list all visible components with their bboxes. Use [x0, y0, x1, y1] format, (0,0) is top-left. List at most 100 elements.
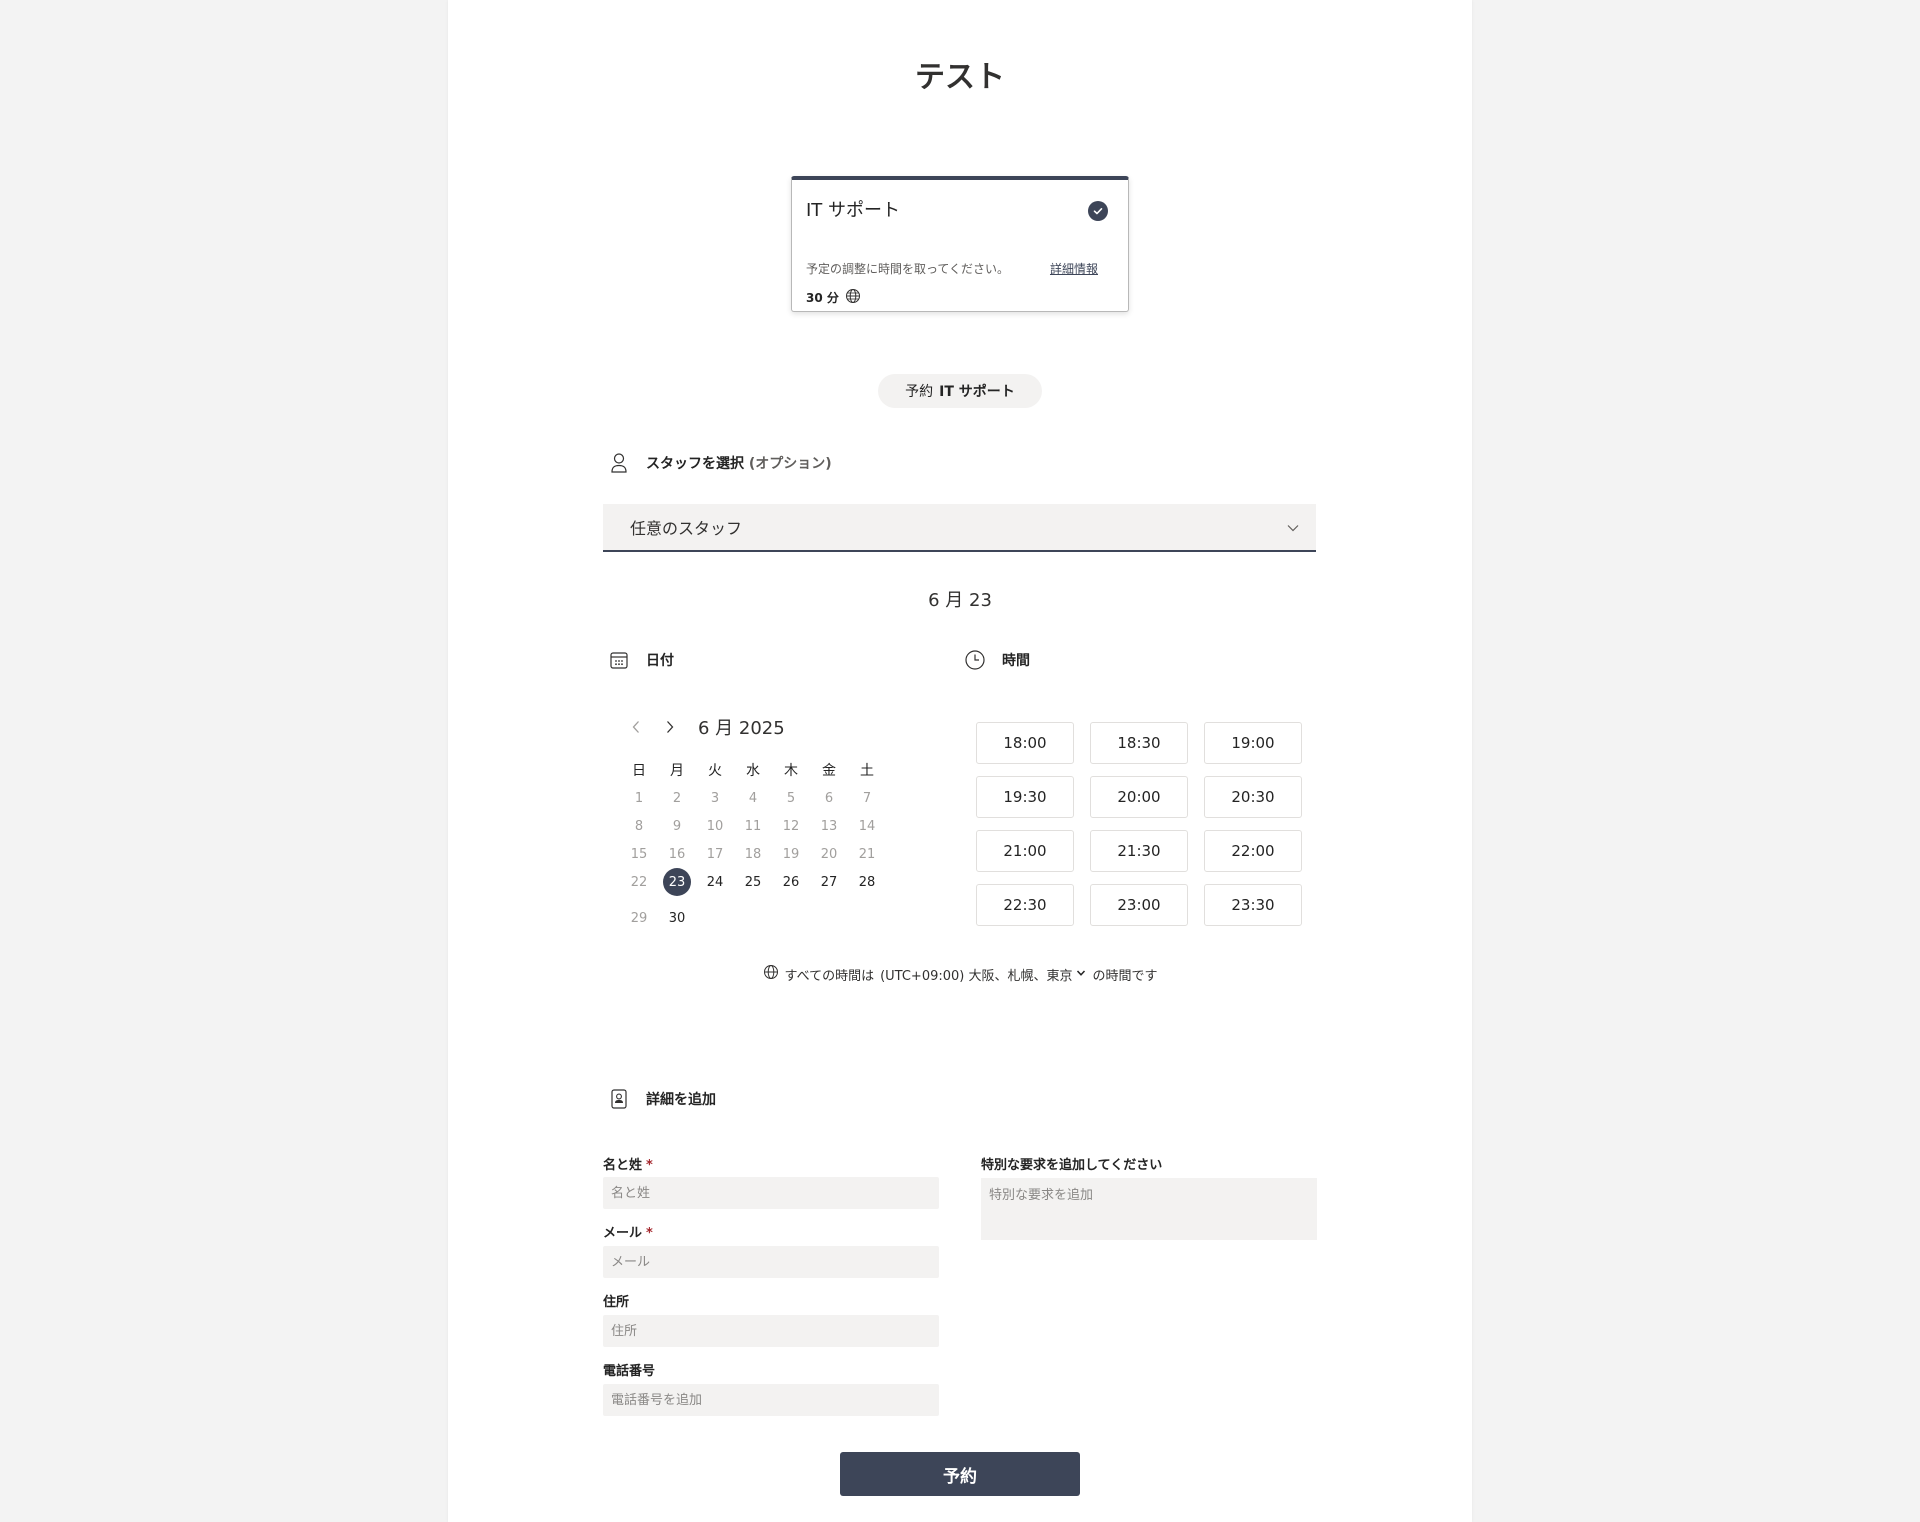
calendar-day: 15 — [630, 846, 648, 862]
weekday-label: 木 — [784, 763, 798, 779]
service-description: 予定の調整に時間を取ってください。 — [806, 262, 1010, 276]
book-button[interactable]: 予約 — [840, 1452, 1080, 1496]
calendar-day[interactable]: 30 — [658, 911, 696, 926]
timezone-prefix: すべての時間は — [784, 968, 875, 984]
phone-label: 電話番号 — [603, 1364, 656, 1379]
staff-dropdown[interactable]: 任意のスタッフ — [603, 504, 1316, 552]
booking-pill-service: IT サポート — [939, 384, 1015, 400]
previous-month-button[interactable] — [626, 715, 646, 739]
time-slot-button[interactable]: 21:30 — [1090, 830, 1188, 872]
address-label: 住所 — [603, 1295, 630, 1310]
date-section-heading: 日付 — [608, 649, 674, 671]
clock-icon — [964, 649, 986, 671]
calendar-week-row: 1 2 3 4 5 6 7 — [620, 784, 886, 812]
calendar-day: 14 — [858, 818, 876, 834]
calendar-day: 9 — [672, 818, 682, 834]
booking-service-pill: 予約 IT サポート — [878, 374, 1042, 408]
staff-selected: 任意のスタッフ — [630, 519, 743, 538]
globe-icon — [763, 964, 779, 984]
address-input[interactable] — [603, 1315, 939, 1347]
timezone-suffix: の時間です — [1092, 968, 1158, 984]
calendar-day: 4 — [748, 790, 758, 806]
time-slot-button[interactable]: 23:30 — [1204, 884, 1302, 926]
person-icon — [608, 452, 630, 474]
staff-heading: スタッフを選択 — [646, 456, 744, 472]
calendar-day: 20 — [820, 846, 838, 862]
required-mark: * — [646, 1158, 653, 1173]
calendar-day: 17 — [706, 846, 724, 862]
contact-card-icon — [608, 1088, 630, 1110]
details-link[interactable]: 詳細情報 — [1050, 260, 1098, 277]
booking-panel: テスト IT サポート 予定の調整に時間を取ってください。 詳細情報 30 分 … — [448, 0, 1472, 1522]
calendar-day[interactable]: 27 — [810, 875, 848, 890]
service-duration: 30 分 — [806, 288, 861, 307]
time-slot-button[interactable]: 19:30 — [976, 776, 1074, 818]
calendar-day: 8 — [634, 818, 644, 834]
calendar-day: 5 — [786, 790, 796, 806]
calendar-day[interactable]: 26 — [772, 875, 810, 890]
email-input[interactable] — [603, 1246, 939, 1278]
required-mark: * — [646, 1226, 653, 1241]
calendar-day: 3 — [710, 790, 720, 806]
calendar-day: 1 — [634, 790, 644, 806]
time-slot-button[interactable]: 23:00 — [1090, 884, 1188, 926]
weekday-header-row: 日月火水木金土 — [620, 756, 886, 784]
calendar-day[interactable]: 25 — [734, 875, 772, 890]
timezone-value: (UTC+09:00) 大阪、札幌、東京 — [880, 968, 1073, 984]
details-section-heading: 詳細を追加 — [608, 1088, 716, 1110]
time-slot-button[interactable]: 20:30 — [1204, 776, 1302, 818]
calendar-navigation: 6 月 2025 — [626, 714, 785, 740]
calendar-day: 10 — [706, 818, 724, 834]
calendar-week-row: 22 23 24 25 26 27 28 — [620, 868, 886, 896]
calendar-day: 16 — [668, 846, 686, 862]
weekday-label: 土 — [860, 763, 874, 779]
weekday-label: 月 — [670, 763, 684, 779]
chevron-down-icon — [1286, 520, 1300, 539]
calendar-day: 2 — [672, 790, 682, 806]
timezone-dropdown[interactable]: (UTC+09:00) 大阪、札幌、東京 — [880, 965, 1086, 984]
name-label: 名と姓 * — [603, 1158, 653, 1173]
calendar-grid: 日月火水木金土 1 2 3 4 5 6 7 8 9 10 11 12 13 14 15 16 17 18 19 20 21… — [620, 756, 886, 932]
email-label: メール * — [603, 1226, 653, 1241]
service-card[interactable]: IT サポート 予定の調整に時間を取ってください。 詳細情報 30 分 — [791, 176, 1129, 312]
time-slot-button[interactable]: 20:00 — [1090, 776, 1188, 818]
booking-pill-prefix: 予約 — [905, 384, 934, 400]
calendar-day: 22 — [630, 874, 648, 890]
service-name: IT サポート — [806, 200, 901, 221]
weekday-label: 火 — [708, 763, 722, 779]
time-slot-button[interactable]: 22:00 — [1204, 830, 1302, 872]
next-month-button[interactable] — [660, 715, 680, 739]
date-heading: 日付 — [646, 653, 674, 669]
calendar-day: 7 — [862, 790, 872, 806]
calendar-day-selected[interactable]: 23 — [658, 868, 696, 896]
chevron-down-icon — [1076, 967, 1086, 982]
calendar-day[interactable]: 24 — [696, 875, 734, 890]
weekday-label: 金 — [822, 763, 836, 779]
special-request-input[interactable] — [981, 1178, 1317, 1240]
calendar-week-row: 29 30 — [620, 904, 886, 932]
calendar-day: 13 — [820, 818, 838, 834]
calendar-day[interactable]: 28 — [848, 875, 886, 890]
calendar-day: 19 — [782, 846, 800, 862]
page-title: テスト — [915, 60, 1005, 95]
special-request-label: 特別な要求を追加してください — [981, 1158, 1163, 1173]
time-slot-button[interactable]: 22:30 — [976, 884, 1074, 926]
calendar-day: 11 — [744, 818, 762, 834]
phone-input[interactable] — [603, 1384, 939, 1416]
timezone-row: すべての時間は (UTC+09:00) 大阪、札幌、東京 の時間です — [448, 964, 1472, 984]
globe-icon — [845, 288, 861, 307]
time-slot-button[interactable]: 21:00 — [976, 830, 1074, 872]
time-slot-button[interactable]: 18:30 — [1090, 722, 1188, 764]
details-heading: 詳細を追加 — [646, 1092, 716, 1108]
calendar-day: 18 — [744, 846, 762, 862]
time-slot-button[interactable]: 18:00 — [976, 722, 1074, 764]
name-input[interactable] — [603, 1177, 939, 1209]
time-slot-button[interactable]: 19:00 — [1204, 722, 1302, 764]
calendar-day: 6 — [824, 790, 834, 806]
calendar-day: 12 — [782, 818, 800, 834]
calendar-month-label: 6 月 2025 — [698, 718, 785, 739]
weekday-label: 水 — [746, 763, 760, 779]
calendar-day: 29 — [630, 910, 648, 926]
staff-section-heading: スタッフを選択 (オプション) — [608, 452, 832, 474]
calendar-day: 21 — [858, 846, 876, 862]
